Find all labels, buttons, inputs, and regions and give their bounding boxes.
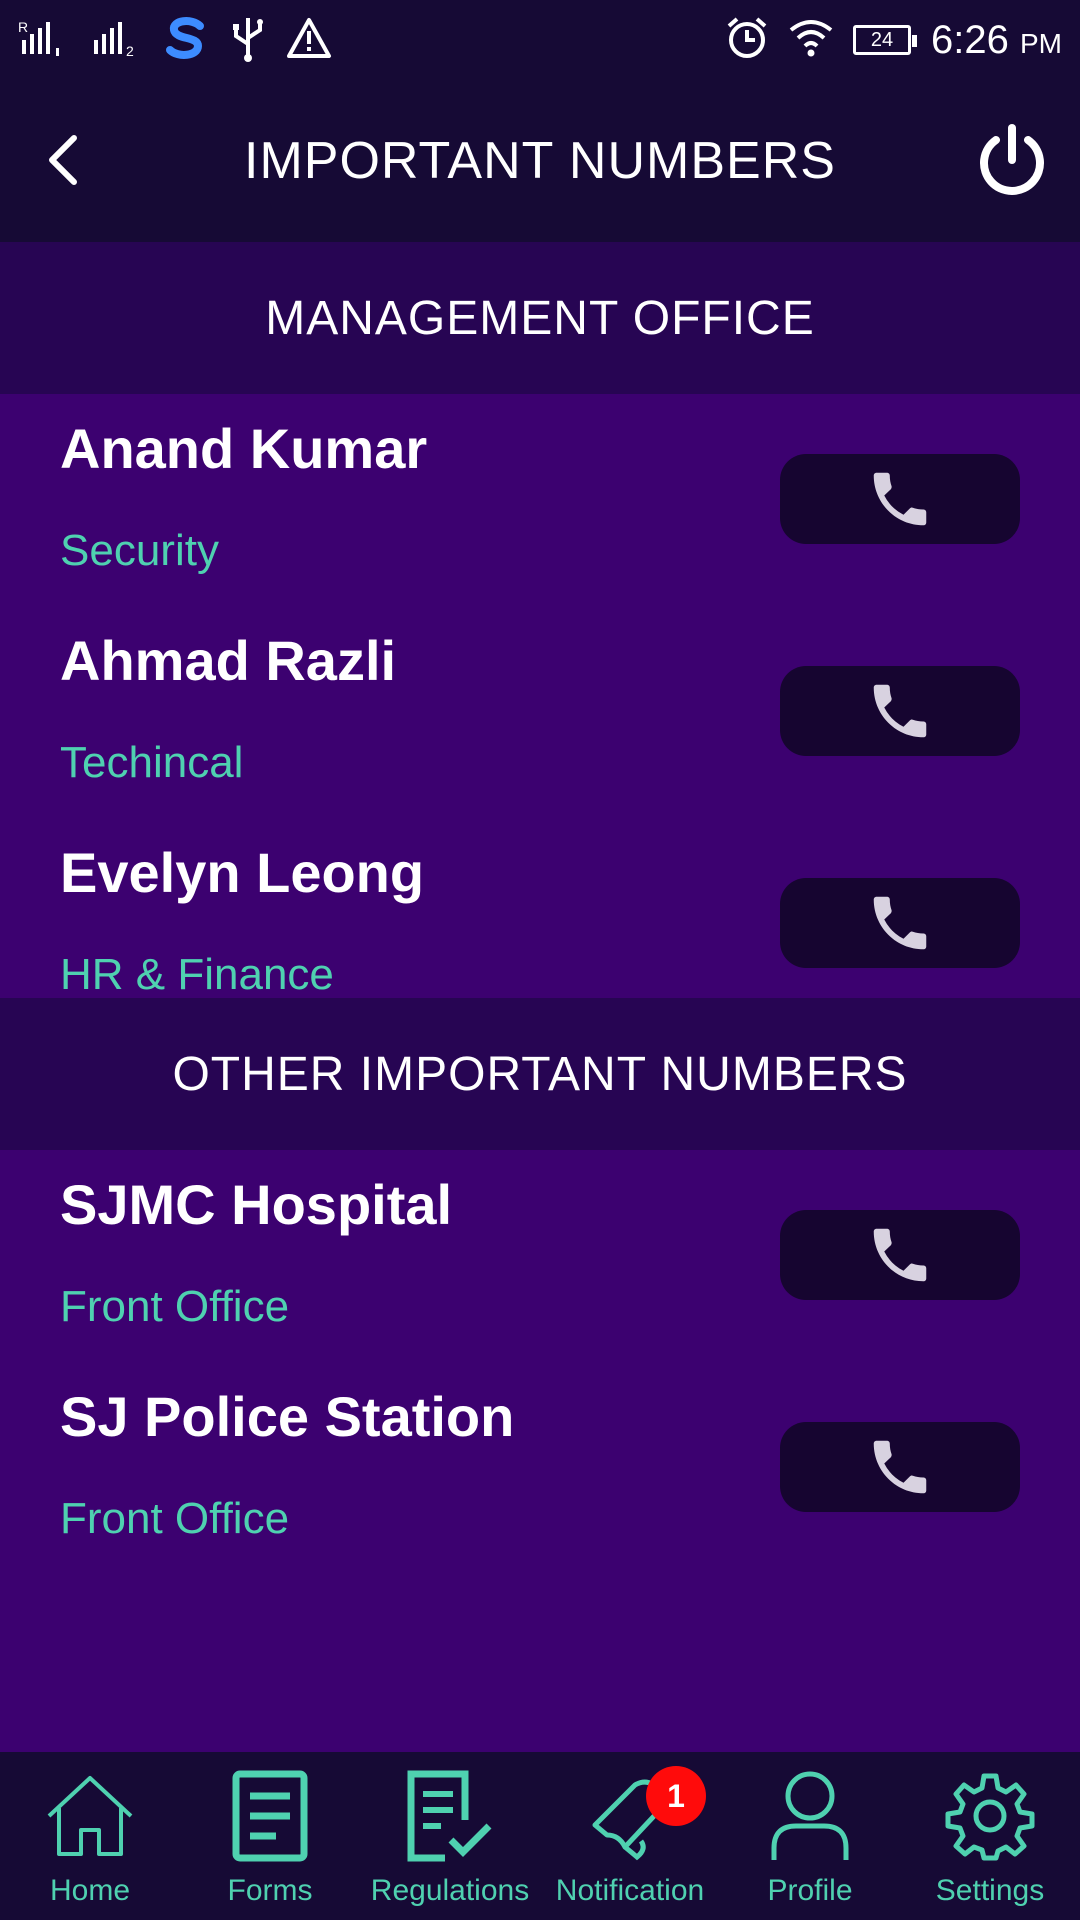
nav-item-forms[interactable]: Forms: [180, 1752, 360, 1920]
contact-dept: HR & Finance: [60, 950, 334, 998]
nav-item-profile[interactable]: Profile: [720, 1752, 900, 1920]
call-button[interactable]: [780, 666, 1020, 756]
regulations-icon: [400, 1766, 500, 1866]
contact-row: SJMC Hospital Front Office: [0, 1150, 1080, 1362]
contact-dept: Techincal: [60, 738, 244, 787]
contact-row: Anand Kumar Security: [0, 394, 1080, 606]
app-bar: IMPORTANT NUMBERS: [0, 80, 1080, 242]
phone-icon: [873, 896, 927, 950]
status-bar: R 2 24 6:26 PM: [0, 0, 1080, 80]
phone-icon: [873, 472, 927, 526]
warning-icon: [286, 17, 332, 64]
contact-name: SJMC Hospital: [60, 1173, 453, 1236]
alarm-icon: [725, 16, 769, 65]
profile-icon: [760, 1766, 860, 1866]
phone-icon: [873, 1440, 927, 1494]
usb-icon: [228, 14, 268, 67]
wifi-icon: [789, 18, 833, 63]
nav-label: Notification: [555, 1874, 705, 1907]
signal-2-icon: 2: [90, 18, 144, 63]
nav-label: Home: [49, 1874, 131, 1907]
contact-dept: Front Office: [60, 1282, 290, 1331]
call-button[interactable]: [780, 1422, 1020, 1512]
contact-name: Anand Kumar: [60, 417, 428, 480]
power-icon: [980, 124, 1044, 195]
power-button[interactable]: [972, 120, 1052, 200]
call-button[interactable]: [780, 1210, 1020, 1300]
phone-icon: [873, 684, 927, 738]
nav-label: Forms: [227, 1874, 313, 1907]
contact-row: Evelyn Leong HR & Finance: [0, 818, 1080, 998]
nav-item-notification[interactable]: 1 Notification: [540, 1752, 720, 1920]
s-app-icon: [162, 14, 210, 67]
call-button[interactable]: [780, 878, 1020, 968]
contact-dept: Front Office: [60, 1494, 290, 1543]
phone-icon: [873, 1228, 927, 1282]
forms-icon: [220, 1766, 320, 1866]
bottom-nav: Home Forms Regulations 1 Notification Pr…: [0, 1752, 1080, 1920]
settings-icon: [940, 1766, 1040, 1866]
nav-label: Regulations: [370, 1874, 530, 1907]
nav-item-regulations[interactable]: Regulations: [360, 1752, 540, 1920]
signal-r-icon: R: [18, 18, 72, 63]
nav-item-settings[interactable]: Settings: [900, 1752, 1080, 1920]
back-button[interactable]: [40, 130, 90, 190]
battery-icon: 24: [853, 25, 918, 55]
contact-dept: Security: [60, 526, 219, 575]
status-time: 6:26 PM: [931, 17, 1062, 62]
contact-row: SJ Police Station Front Office: [0, 1362, 1080, 1574]
chevron-left-icon: [49, 135, 77, 185]
nav-label: Settings: [935, 1874, 1045, 1907]
home-icon: [40, 1766, 140, 1866]
contact-name: Evelyn Leong: [60, 841, 425, 904]
section-header-management-office: MANAGEMENT OFFICE: [0, 242, 1080, 394]
nav-label: Profile: [767, 1874, 853, 1907]
svg-text:R: R: [18, 19, 28, 35]
contact-name: Ahmad Razli: [60, 629, 397, 692]
contact-name: SJ Police Station: [60, 1385, 515, 1448]
section-header-other-numbers: OTHER IMPORTANT NUMBERS: [0, 998, 1080, 1150]
notification-badge: 1: [646, 1766, 706, 1826]
call-button[interactable]: [780, 454, 1020, 544]
contact-row: Ahmad Razli Techincal: [0, 606, 1080, 818]
svg-text:2: 2: [126, 43, 134, 58]
page-title: IMPORTANT NUMBERS: [244, 132, 836, 190]
nav-item-home[interactable]: Home: [0, 1752, 180, 1920]
